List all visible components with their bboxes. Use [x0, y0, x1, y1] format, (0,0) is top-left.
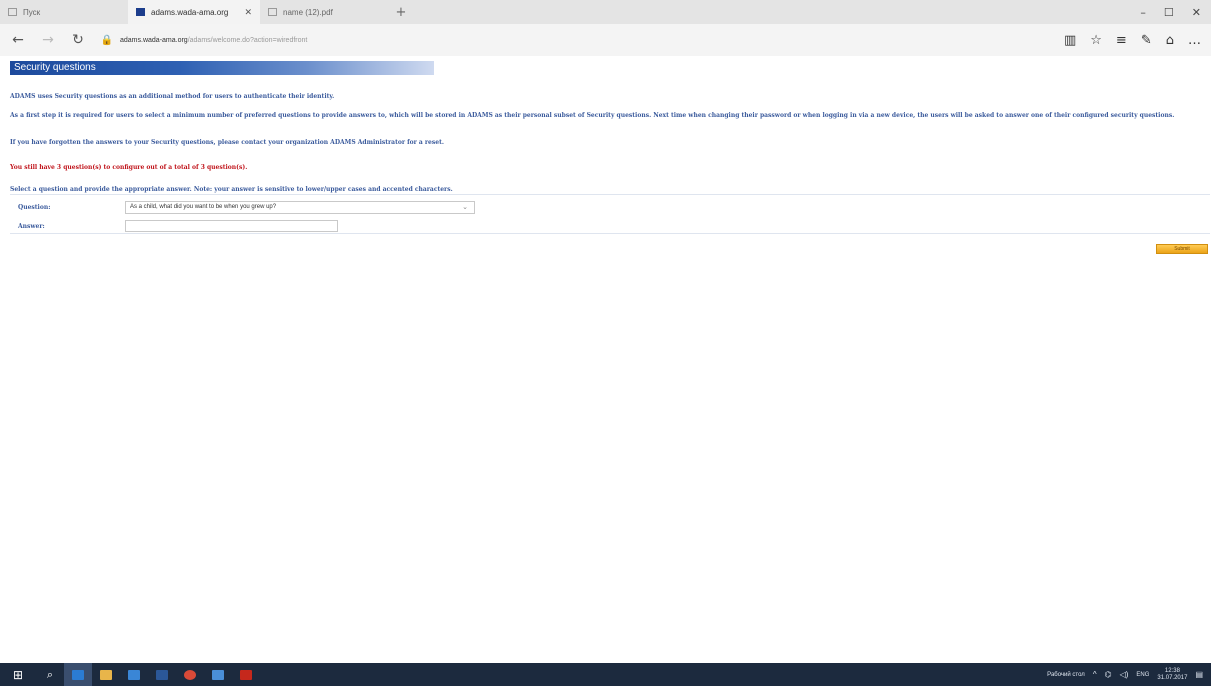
web-note-icon[interactable]: ✎ [1141, 33, 1152, 48]
forward-icon[interactable]: → [36, 32, 60, 48]
tab-label: name (12).pdf [283, 7, 333, 17]
pdf-reader-icon[interactable] [232, 663, 260, 686]
network-icon[interactable]: ⌬ [1105, 670, 1112, 679]
security-question-form: Question: As a child, what did you want … [10, 194, 1210, 234]
answer-label: Answer: [18, 222, 45, 230]
hub-icon[interactable]: ≡ [1116, 33, 1127, 48]
page-icon [8, 8, 17, 16]
remaining-warning: You still have 3 question(s) to configur… [10, 164, 248, 171]
tab-start[interactable]: Пуск [0, 0, 128, 24]
plus-icon[interactable]: + [388, 0, 414, 24]
select-instructions: Select a question and provide the approp… [10, 186, 453, 193]
refresh-icon[interactable]: ↻ [66, 32, 90, 48]
address-field[interactable]: adams.wada-ama.org/adams/welcome.do?acti… [120, 37, 307, 44]
chrome-icon[interactable] [176, 663, 204, 686]
language-indicator[interactable]: ENG [1136, 672, 1149, 678]
window-controls: – ☐ ✕ [1140, 0, 1211, 24]
submit-button[interactable]: Submit [1156, 244, 1208, 254]
desktop-toolbar-label[interactable]: Рабочий стол [1047, 672, 1085, 678]
close-tab-icon[interactable]: ✕ [244, 7, 252, 18]
system-tray: Рабочий стол ^ ⌬ ◁) ENG 12:38 31.07.2017… [1047, 668, 1211, 682]
question-select[interactable]: As a child, what did you want to be when… [125, 200, 475, 214]
store-icon[interactable] [120, 663, 148, 686]
step-text: As a first step it is required for users… [10, 112, 1175, 119]
file-explorer-icon[interactable] [92, 663, 120, 686]
url-domain: adams.wada-ama.org [120, 36, 188, 44]
chevron-down-icon: ⌄ [462, 204, 468, 211]
browser-tab-strip: Пуск adams.wada-ama.org ✕ name (12).pdf … [0, 0, 1211, 24]
app-icon[interactable] [204, 663, 232, 686]
clock-date: 31.07.2017 [1157, 674, 1188, 681]
maximize-icon[interactable]: ☐ [1164, 6, 1174, 19]
favorite-star-icon[interactable]: ☆ [1090, 33, 1102, 48]
page-title: Security questions [10, 61, 434, 75]
more-icon[interactable]: … [1188, 33, 1201, 48]
minimize-icon[interactable]: – [1140, 6, 1146, 19]
site-favicon-icon [136, 8, 145, 16]
windows-start-icon[interactable]: ⊞ [0, 668, 36, 682]
browser-toolbar: ▥ ☆ ≡ ✎ ⌂ … [1064, 33, 1211, 48]
question-row: Question: As a child, what did you want … [10, 198, 475, 216]
word-icon[interactable] [148, 663, 176, 686]
share-icon[interactable]: ⌂ [1166, 33, 1174, 48]
question-selected-value: As a child, what did you want to be when… [130, 204, 277, 210]
tab-label: adams.wada-ama.org [151, 7, 229, 17]
edge-browser-icon[interactable] [64, 663, 92, 686]
pdf-icon [268, 8, 277, 16]
address-bar-row: ← → ↻ 🔒 adams.wada-ama.org/adams/welcome… [0, 24, 1211, 56]
chevron-up-icon[interactable]: ^ [1093, 670, 1097, 679]
tab-label: Пуск [23, 7, 41, 17]
back-icon[interactable]: ← [6, 32, 30, 48]
search-icon[interactable]: ⌕ [36, 663, 64, 686]
reading-view-icon[interactable]: ▥ [1064, 33, 1076, 48]
tab-pdf[interactable]: name (12).pdf [260, 0, 388, 24]
close-icon[interactable]: ✕ [1192, 6, 1201, 19]
answer-row: Answer: [10, 217, 338, 235]
clock-time: 12:38 [1164, 667, 1180, 674]
lock-icon: 🔒 [100, 34, 114, 46]
volume-icon[interactable]: ◁) [1120, 670, 1129, 679]
clock[interactable]: 12:38 31.07.2017 [1157, 668, 1187, 682]
notifications-icon[interactable]: ▤ [1195, 670, 1203, 679]
forgot-text: If you have forgotten the answers to you… [10, 139, 444, 146]
url-path: /adams/welcome.do?action=wiredfront [187, 36, 308, 44]
tab-adams[interactable]: adams.wada-ama.org ✕ [128, 0, 260, 24]
answer-input[interactable] [125, 220, 338, 232]
windows-taskbar: ⊞ ⌕ Рабочий стол ^ ⌬ ◁) ENG 12:38 31.07.… [0, 663, 1211, 686]
question-label: Question: [18, 203, 51, 211]
intro-text: ADAMS uses Security questions as an addi… [10, 93, 335, 100]
